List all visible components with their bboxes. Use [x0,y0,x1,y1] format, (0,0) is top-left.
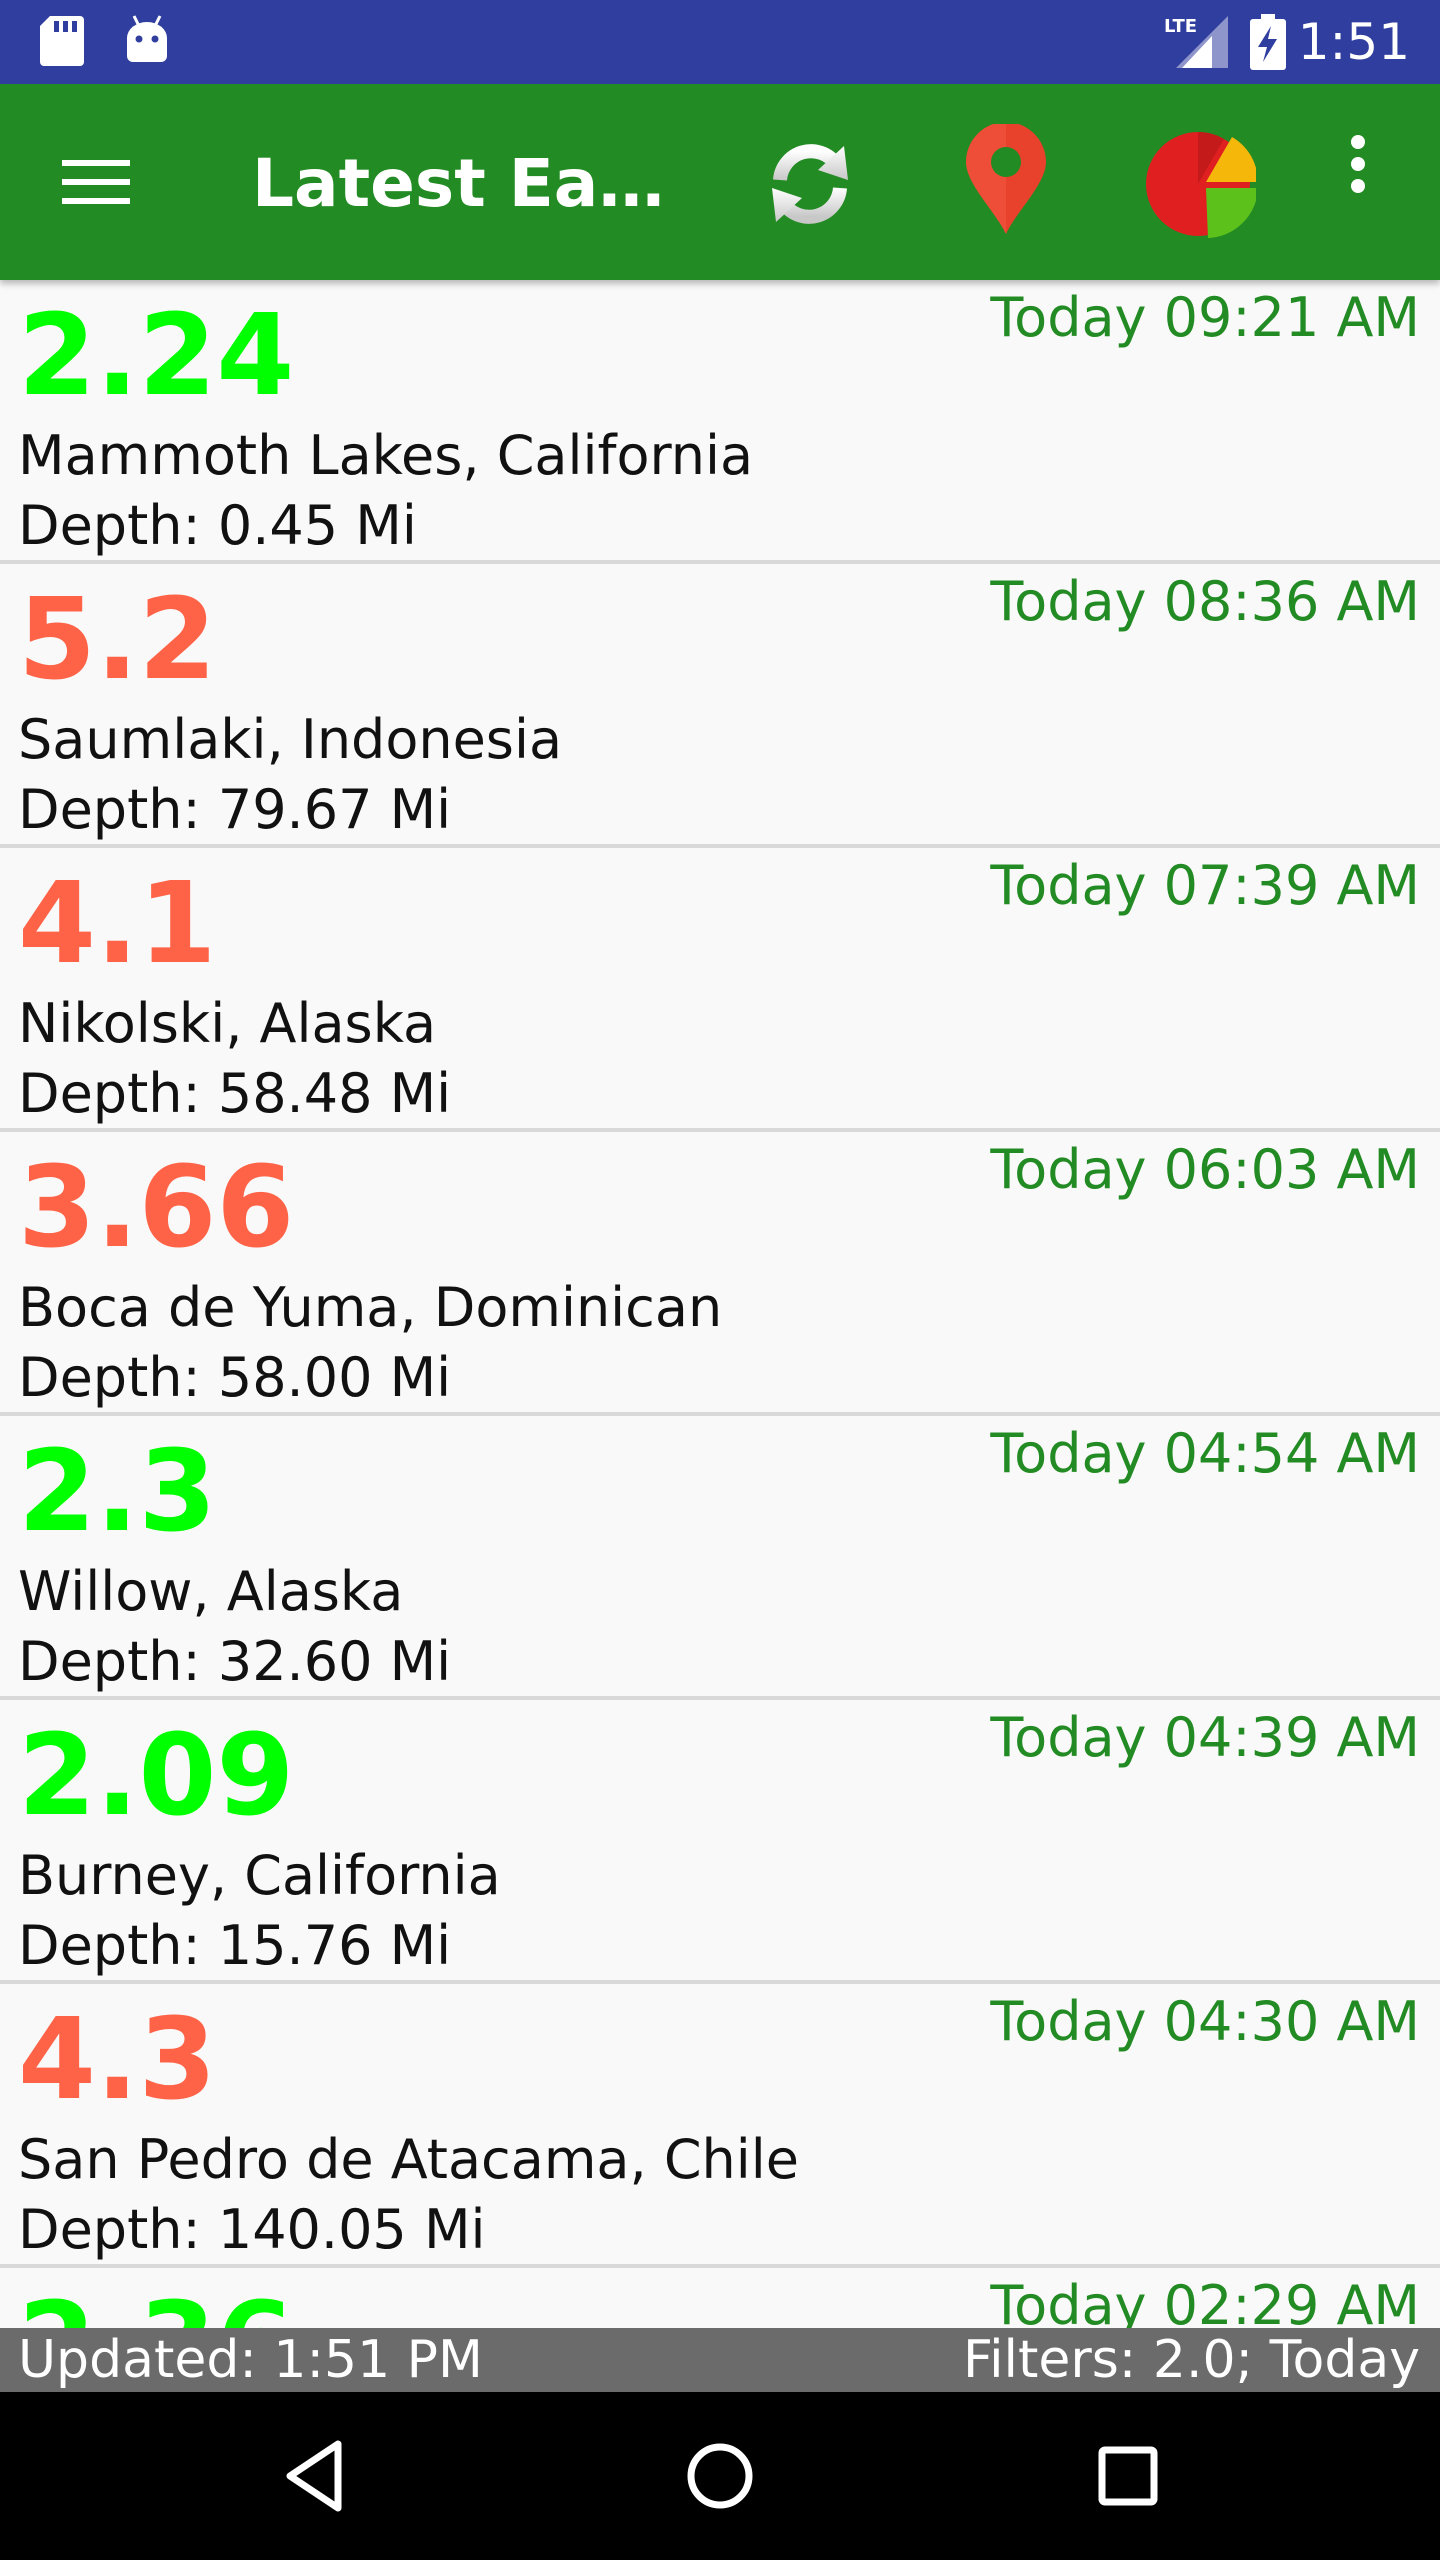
quake-row[interactable]: 5.2 Today 08:36 AM Saumlaki, Indonesia D… [0,564,1440,848]
back-icon[interactable] [276,2436,356,2520]
place-label: Mammoth Lakes, California [18,424,754,487]
magnitude-label: 2.24 [18,291,295,421]
menu-icon[interactable] [62,158,130,210]
app-bar: Latest Earthquakes [0,84,1440,280]
quake-row[interactable]: 2.36 Today 02:29 AM [0,2268,1440,2328]
time-label: Today 08:36 AM [990,570,1420,633]
battery-charging-icon [1250,14,1286,74]
footer-status-bar: Updated: 1:51 PM Filters: 2.0; Today [0,2328,1440,2392]
depth-label: Depth: 140.05 Mi [18,2198,486,2261]
pie-chart-icon[interactable] [1144,128,1258,244]
time-label: Today 02:29 AM [990,2274,1420,2328]
time-label: Today 06:03 AM [990,1138,1420,1201]
place-label: Saumlaki, Indonesia [18,708,563,771]
magnitude-label: 5.2 [18,575,217,705]
status-clock: 1:51 [1297,13,1410,71]
magnitude-label: 2.09 [18,1711,295,1841]
sd-card-icon [40,16,84,70]
depth-label: Depth: 58.00 Mi [18,1346,452,1409]
magnitude-label: 4.1 [18,859,217,989]
quake-row[interactable]: 2.09 Today 04:39 AM Burney, California D… [0,1700,1440,1984]
magnitude-label: 3.66 [18,1143,295,1273]
quake-row[interactable]: 3.66 Today 06:03 AM Boca de Yuma, Domini… [0,1132,1440,1416]
home-icon[interactable] [684,2436,756,2520]
quake-row[interactable]: 2.24 Today 09:21 AM Mammoth Lakes, Calif… [0,280,1440,564]
lte-signal-icon: LTE [1162,14,1228,74]
more-vert-icon[interactable] [1346,134,1370,198]
place-label: Boca de Yuma, Dominican [18,1276,723,1339]
refresh-icon[interactable] [762,136,858,236]
filters-label: Filters: 2.0; Today [962,2330,1420,2390]
place-label: Willow, Alaska [18,1560,404,1623]
depth-label: Depth: 79.67 Mi [18,778,452,841]
magnitude-label: 4.3 [18,1995,217,2125]
place-label: Nikolski, Alaska [18,992,437,1055]
updated-label: Updated: 1:51 PM [18,2330,483,2390]
depth-label: Depth: 32.60 Mi [18,1630,452,1693]
quake-row[interactable]: 2.3 Today 04:54 AM Willow, Alaska Depth:… [0,1416,1440,1700]
earthquake-list[interactable]: 2.24 Today 09:21 AM Mammoth Lakes, Calif… [0,280,1440,2328]
time-label: Today 09:21 AM [990,286,1420,349]
system-nav-bar [0,2392,1440,2560]
map-pin-icon[interactable] [966,122,1046,240]
depth-label: Depth: 0.45 Mi [18,494,417,557]
time-label: Today 04:54 AM [990,1422,1420,1485]
quake-row[interactable]: 4.3 Today 04:30 AM San Pedro de Atacama,… [0,1984,1440,2268]
page-title: Latest Earthquakes [252,145,692,222]
android-icon [124,14,170,68]
quake-row[interactable]: 4.1 Today 07:39 AM Nikolski, Alaska Dept… [0,848,1440,1132]
magnitude-label: 2.3 [18,1427,217,1557]
depth-label: Depth: 58.48 Mi [18,1062,452,1125]
recents-icon[interactable] [1092,2436,1164,2520]
time-label: Today 07:39 AM [990,854,1420,917]
place-label: Burney, California [18,1844,501,1907]
lte-label: LTE [1164,16,1197,37]
time-label: Today 04:39 AM [990,1706,1420,1769]
place-label: San Pedro de Atacama, Chile [18,2128,799,2191]
time-label: Today 04:30 AM [990,1990,1420,2053]
depth-label: Depth: 15.76 Mi [18,1914,452,1977]
magnitude-label: 2.36 [18,2284,294,2328]
status-bar: LTE 1:51 [0,0,1440,84]
